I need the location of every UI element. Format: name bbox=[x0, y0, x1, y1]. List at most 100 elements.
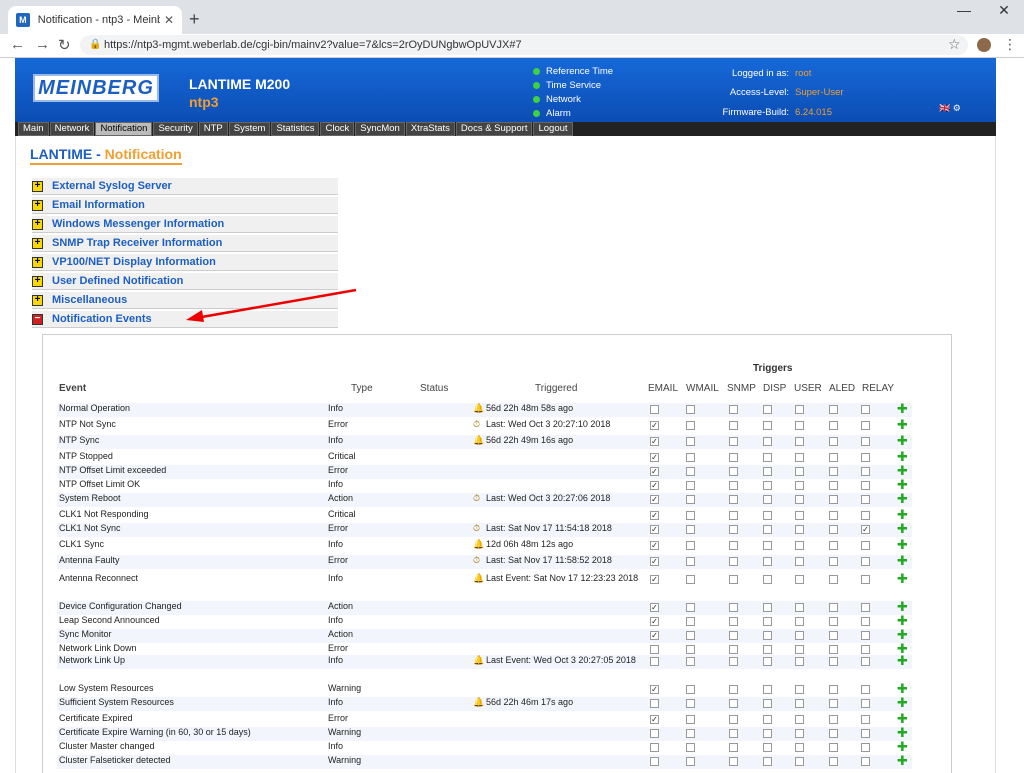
trigger-checkbox-wmail[interactable] bbox=[686, 467, 695, 476]
nav-ntp[interactable]: NTP bbox=[198, 122, 228, 136]
trigger-checkbox-disp[interactable] bbox=[763, 575, 772, 584]
trigger-checkbox-aled[interactable] bbox=[829, 657, 838, 666]
trigger-checkbox-relay[interactable] bbox=[861, 557, 870, 566]
trigger-checkbox-email[interactable]: ✓ bbox=[650, 467, 659, 476]
trigger-checkbox-disp[interactable] bbox=[763, 421, 772, 430]
expand-icon[interactable]: + bbox=[32, 294, 43, 306]
add-icon[interactable]: ✚ bbox=[897, 508, 908, 521]
trigger-checkbox-email[interactable]: ✓ bbox=[650, 421, 659, 430]
trigger-checkbox-email[interactable]: ✓ bbox=[650, 453, 659, 462]
trigger-checkbox-disp[interactable] bbox=[763, 525, 772, 534]
trigger-checkbox-email[interactable] bbox=[650, 645, 659, 654]
close-window-button[interactable]: ✕ bbox=[984, 2, 1024, 19]
trigger-checkbox-user[interactable] bbox=[795, 743, 804, 752]
trigger-checkbox-email[interactable] bbox=[650, 405, 659, 414]
expand-icon[interactable]: + bbox=[32, 199, 43, 211]
trigger-checkbox-aled[interactable] bbox=[829, 729, 838, 738]
section-windows-messenger-information[interactable]: + Windows Messenger Information bbox=[32, 216, 338, 233]
trigger-checkbox-user[interactable] bbox=[795, 715, 804, 724]
trigger-checkbox-disp[interactable] bbox=[763, 617, 772, 626]
section-email-information[interactable]: + Email Information bbox=[32, 197, 338, 214]
trigger-checkbox-snmp[interactable] bbox=[729, 631, 738, 640]
section-label[interactable]: Notification Events bbox=[52, 313, 152, 325]
trigger-checkbox-wmail[interactable] bbox=[686, 603, 695, 612]
trigger-checkbox-user[interactable] bbox=[795, 729, 804, 738]
trigger-checkbox-email[interactable] bbox=[650, 657, 659, 666]
trigger-checkbox-relay[interactable] bbox=[861, 617, 870, 626]
expand-icon[interactable]: + bbox=[32, 237, 43, 249]
trigger-checkbox-snmp[interactable] bbox=[729, 453, 738, 462]
trigger-checkbox-snmp[interactable] bbox=[729, 603, 738, 612]
minimize-button[interactable]: — bbox=[944, 2, 984, 18]
add-icon[interactable]: ✚ bbox=[897, 696, 908, 709]
trigger-checkbox-relay[interactable] bbox=[861, 603, 870, 612]
language-flag-icon[interactable]: 🇬🇧 ⚙ bbox=[939, 103, 961, 114]
trigger-checkbox-relay[interactable] bbox=[861, 405, 870, 414]
trigger-checkbox-disp[interactable] bbox=[763, 541, 772, 550]
trigger-checkbox-wmail[interactable] bbox=[686, 511, 695, 520]
trigger-checkbox-wmail[interactable] bbox=[686, 617, 695, 626]
nav-logout[interactable]: Logout bbox=[533, 122, 573, 136]
reload-icon[interactable]: ↻ bbox=[58, 36, 71, 54]
nav-network[interactable]: Network bbox=[49, 122, 95, 136]
trigger-checkbox-relay[interactable] bbox=[861, 699, 870, 708]
trigger-checkbox-user[interactable] bbox=[795, 467, 804, 476]
trigger-checkbox-disp[interactable] bbox=[763, 453, 772, 462]
collapse-icon[interactable]: − bbox=[32, 313, 43, 325]
add-icon[interactable]: ✚ bbox=[897, 450, 908, 463]
trigger-checkbox-relay[interactable] bbox=[861, 453, 870, 462]
trigger-checkbox-aled[interactable] bbox=[829, 405, 838, 414]
add-icon[interactable]: ✚ bbox=[897, 614, 908, 627]
trigger-checkbox-aled[interactable] bbox=[829, 715, 838, 724]
trigger-checkbox-wmail[interactable] bbox=[686, 645, 695, 654]
tab-close-icon[interactable]: ✕ bbox=[164, 13, 174, 27]
add-icon[interactable]: ✚ bbox=[897, 418, 908, 431]
trigger-checkbox-wmail[interactable] bbox=[686, 715, 695, 724]
trigger-checkbox-snmp[interactable] bbox=[729, 467, 738, 476]
trigger-checkbox-aled[interactable] bbox=[829, 525, 838, 534]
trigger-checkbox-aled[interactable] bbox=[829, 467, 838, 476]
trigger-checkbox-disp[interactable] bbox=[763, 437, 772, 446]
trigger-checkbox-user[interactable] bbox=[795, 685, 804, 694]
address-bar[interactable]: 🔒 https://ntp3-mgmt.weberlab.de/cgi-bin/m… bbox=[80, 35, 968, 55]
add-icon[interactable]: ✚ bbox=[897, 682, 908, 695]
trigger-checkbox-snmp[interactable] bbox=[729, 557, 738, 566]
add-icon[interactable]: ✚ bbox=[897, 712, 908, 725]
expand-icon[interactable]: + bbox=[32, 275, 43, 287]
bookmark-star-icon[interactable]: ☆ bbox=[948, 36, 961, 53]
browser-menu-icon[interactable]: ⋮ bbox=[1003, 36, 1017, 53]
trigger-checkbox-user[interactable] bbox=[795, 421, 804, 430]
trigger-checkbox-relay[interactable] bbox=[861, 437, 870, 446]
nav-xtrastats[interactable]: XtraStats bbox=[405, 122, 455, 136]
trigger-checkbox-user[interactable] bbox=[795, 631, 804, 640]
trigger-checkbox-aled[interactable] bbox=[829, 685, 838, 694]
trigger-checkbox-wmail[interactable] bbox=[686, 557, 695, 566]
trigger-checkbox-disp[interactable] bbox=[763, 743, 772, 752]
trigger-checkbox-user[interactable] bbox=[795, 541, 804, 550]
trigger-checkbox-snmp[interactable] bbox=[729, 541, 738, 550]
trigger-checkbox-user[interactable] bbox=[795, 575, 804, 584]
trigger-checkbox-wmail[interactable] bbox=[686, 575, 695, 584]
section-label[interactable]: Windows Messenger Information bbox=[52, 218, 224, 230]
trigger-checkbox-snmp[interactable] bbox=[729, 525, 738, 534]
trigger-checkbox-user[interactable] bbox=[795, 699, 804, 708]
trigger-checkbox-wmail[interactable] bbox=[686, 729, 695, 738]
add-icon[interactable]: ✚ bbox=[897, 522, 908, 535]
nav-notification[interactable]: Notification bbox=[95, 122, 153, 136]
trigger-checkbox-disp[interactable] bbox=[763, 495, 772, 504]
trigger-checkbox-relay[interactable] bbox=[861, 645, 870, 654]
trigger-checkbox-aled[interactable] bbox=[829, 699, 838, 708]
trigger-checkbox-disp[interactable] bbox=[763, 657, 772, 666]
trigger-checkbox-user[interactable] bbox=[795, 453, 804, 462]
trigger-checkbox-snmp[interactable] bbox=[729, 699, 738, 708]
trigger-checkbox-user[interactable] bbox=[795, 437, 804, 446]
trigger-checkbox-aled[interactable] bbox=[829, 575, 838, 584]
trigger-checkbox-email[interactable]: ✓ bbox=[650, 631, 659, 640]
trigger-checkbox-snmp[interactable] bbox=[729, 437, 738, 446]
trigger-checkbox-relay[interactable] bbox=[861, 467, 870, 476]
section-vp100-net-display-information[interactable]: + VP100/NET Display Information bbox=[32, 254, 338, 271]
add-icon[interactable]: ✚ bbox=[897, 572, 908, 585]
trigger-checkbox-aled[interactable] bbox=[829, 511, 838, 520]
trigger-checkbox-wmail[interactable] bbox=[686, 743, 695, 752]
trigger-checkbox-wmail[interactable] bbox=[686, 421, 695, 430]
